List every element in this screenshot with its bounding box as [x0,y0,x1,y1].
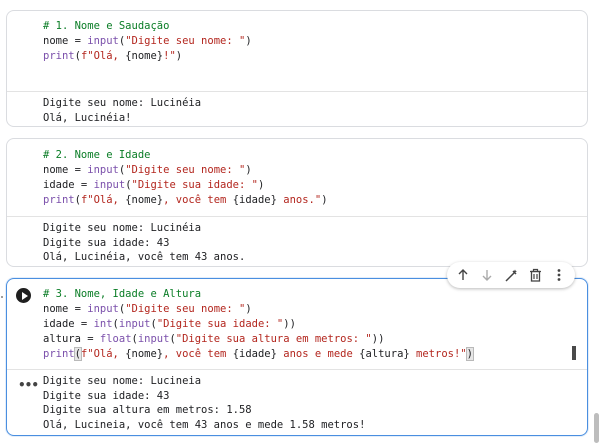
code-token: , você tem [163,194,233,206]
cell-output: Digite seu nome: Lucinéia Digite sua idad… [7,217,587,265]
code-token: nome = [43,35,88,47]
code-editor[interactable]: # 1. Nome e Saudação nome = input("Digite… [7,11,587,91]
code-token: ) [175,50,183,62]
output-menu-icon[interactable]: ••• [18,378,39,392]
code-token: "Digite seu nome: " [125,303,246,315]
code-line: # 1. Nome e Saudação [43,19,587,34]
code-token: input [87,164,119,176]
code-token: ) [245,303,252,315]
move-down-icon[interactable] [478,266,496,284]
code-token: )) [283,318,296,330]
output-line: Digite sua altura em metros: 1.58 [43,404,252,416]
code-token: input [137,333,170,345]
code-token: anos e mede [276,348,360,360]
code-editor[interactable]: # 2. Nome e Idade nome = input("Digite se… [7,139,587,216]
code-token: "Digite sua idade: " [156,318,284,330]
code-token: idade = [43,179,94,191]
code-cell-2[interactable]: # 2. Nome e Idade nome = input("Digite se… [6,138,588,267]
code-token: input [118,318,151,330]
code-token: altura = [43,333,100,345]
code-line: nome = input("Digite seu nome: ") [43,163,587,178]
cell-toolbar [447,262,575,288]
code-token: "Digite sua altura em metros: " [175,333,372,345]
code-token: # 1. Nome e Saudação [43,20,170,32]
code-line: nome = input("Digite seu nome: ") [43,302,587,317]
code-token: f"Olá, [80,194,126,206]
output-line: Digite sua idade: 43 [43,389,170,402]
code-token: ) [465,347,475,361]
output-line: Digite seu nome: Lucineia [43,375,202,387]
delete-icon[interactable] [526,266,544,284]
code-token: , você tem [163,348,233,360]
page-scrollbar[interactable] [594,413,599,443]
code-token: metros!" [409,348,467,360]
code-token: ) [245,35,252,47]
code-line: # 2. Nome e Idade [43,148,587,163]
output-line: Digite seu nome: Lucinéia [43,97,202,109]
code-token: {nome} [125,194,164,206]
code-token: )) [371,333,385,345]
code-cell-1[interactable]: # 1. Nome e Saudação nome = input("Digite… [6,10,588,127]
code-token: "Digite seu nome: " [125,35,246,47]
code-token: idade = [43,318,94,330]
more-icon[interactable] [550,266,568,284]
output-line: Digite seu nome: Lucinéia [43,222,202,234]
code-token: input [93,179,126,191]
code-token: f"Olá, [80,348,126,360]
code-line: print(f"Olá, {nome}, você tem {idade} an… [43,347,587,362]
code-token: {idade} [232,348,277,360]
output-line: Olá, Lucineia, você tem 43 anos e mede 1… [43,418,366,431]
code-token: ) [321,194,328,206]
code-token: "Digite seu nome: " [125,164,246,176]
code-token: input [87,35,119,47]
code-token: nome = [43,303,88,315]
code-line: print(f"Olá, {nome}!") [43,49,587,64]
code-token: anos." [276,194,322,206]
move-up-icon[interactable] [454,266,472,284]
cell-output: Digite seu nome: Lucinéia Olá, Lucinéia! [7,92,587,125]
code-editor[interactable]: # 3. Nome, Idade e Altura nome = input("D… [7,279,587,369]
gutter-dot [1,296,3,298]
code-token: # 3. Nome, Idade e Altura [43,288,202,300]
code-token: int [93,318,113,330]
code-token: print [43,50,75,62]
code-token: {nome} [125,50,164,62]
code-token: nome = [43,164,88,176]
output-line: Digite sua idade: 43 [43,236,170,249]
editor-scroll-marker [572,346,576,360]
code-token: f"Olá, [80,50,126,62]
code-token: {idade} [232,194,277,206]
edit-icon[interactable] [502,266,520,284]
code-token: print [43,348,75,360]
code-token: print [43,194,75,206]
code-line: altura = float(input("Digite sua altura … [43,332,587,347]
cell-output: Digite seu nome: Lucineia Digite sua idad… [7,370,587,432]
code-line: idade = int(input("Digite sua idade: ")) [43,317,587,332]
code-token: "Digite sua idade: " [131,179,258,191]
code-token: # 2. Nome e Idade [43,149,151,161]
code-line: nome = input("Digite seu nome: ") [43,34,587,49]
code-token: float [99,333,132,345]
code-token: {nome} [125,348,164,360]
code-token: !" [163,50,176,62]
code-token: input [87,303,119,315]
code-line: print(f"Olá, {nome}, você tem {idade} an… [43,193,587,208]
output-line: Olá, Lucinéia! [43,111,132,124]
code-cell-3[interactable]: # 3. Nome, Idade e Altura nome = input("D… [6,278,588,436]
code-token: {altura} [359,348,410,360]
code-line: idade = input("Digite sua idade: ") [43,178,587,193]
code-token: ) [257,179,265,191]
code-line: # 3. Nome, Idade e Altura [43,287,587,302]
code-token: ) [245,164,252,176]
